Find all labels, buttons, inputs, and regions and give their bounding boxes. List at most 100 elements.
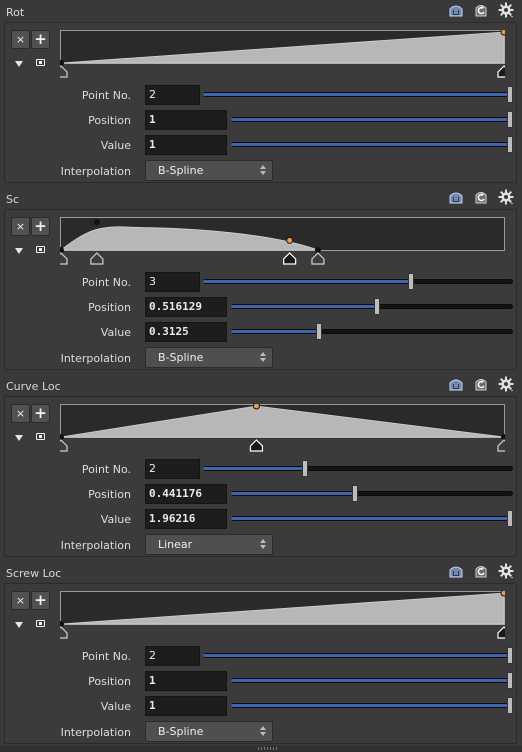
position-slider[interactable] (231, 484, 513, 504)
ramp-point[interactable] (60, 60, 64, 66)
slider-fill (231, 118, 513, 121)
add-point-button[interactable]: + (31, 591, 50, 610)
add-point-button[interactable]: + (31, 404, 50, 423)
point-no-slider[interactable] (203, 85, 513, 105)
slider-knob[interactable] (352, 485, 359, 502)
value-label: Value (100, 513, 131, 526)
remove-point-button[interactable]: × (11, 30, 30, 49)
point-no-label: Point No. (81, 650, 131, 663)
ramp-point-handle[interactable] (497, 439, 505, 452)
ramp-point[interactable] (500, 591, 505, 597)
slider-knob[interactable] (302, 460, 309, 477)
point-no-slider[interactable] (203, 646, 513, 666)
ramp-curve[interactable] (60, 404, 505, 454)
interpolation-dropdown[interactable]: B-Spline (145, 347, 273, 368)
ramp-point[interactable] (314, 247, 321, 253)
ramp-point-handle[interactable] (60, 252, 68, 265)
ramp-point[interactable] (60, 434, 64, 440)
value-slider[interactable] (231, 135, 514, 155)
remove-point-button[interactable]: × (11, 404, 30, 423)
slider-knob[interactable] (506, 86, 513, 103)
position-slider[interactable] (231, 297, 513, 317)
add-point-button[interactable]: + (31, 217, 50, 236)
ramp-curve[interactable] (60, 30, 505, 80)
interpolation-dropdown[interactable]: Linear (145, 534, 273, 555)
collapse-arrow-icon[interactable] (15, 61, 23, 67)
resize-grip[interactable] (258, 747, 278, 750)
ramp-point-handle[interactable] (249, 439, 264, 452)
remove-point-button[interactable]: × (11, 217, 30, 236)
ramp-point-handle[interactable] (60, 626, 68, 639)
ramp-curve[interactable] (60, 217, 505, 267)
gear-icon[interactable] (498, 563, 514, 579)
position-slider[interactable] (231, 671, 514, 691)
reset-icon[interactable] (473, 376, 489, 392)
value-field[interactable]: 0.3125 (145, 322, 227, 342)
loop-icon[interactable] (36, 433, 45, 440)
preset-icon[interactable] (448, 2, 464, 18)
loop-icon[interactable] (36, 59, 45, 66)
interpolation-dropdown[interactable]: B-Spline (145, 160, 273, 181)
collapse-arrow-icon[interactable] (15, 248, 23, 254)
ramp-point[interactable] (252, 404, 260, 410)
ramp-point[interactable] (60, 247, 64, 253)
reset-icon[interactable] (473, 189, 489, 205)
collapse-arrow-icon[interactable] (15, 622, 23, 628)
collapse-arrow-icon[interactable] (15, 435, 23, 441)
slider-knob[interactable] (507, 111, 514, 128)
point-no-field[interactable]: 2 (145, 85, 200, 105)
value-slider[interactable] (231, 509, 514, 529)
slider-knob[interactable] (507, 510, 514, 527)
value-field[interactable]: 1 (145, 696, 227, 716)
value-slider[interactable] (231, 322, 513, 342)
position-slider[interactable] (231, 110, 514, 130)
slider-knob[interactable] (407, 273, 414, 290)
position-field[interactable]: 0.516129 (145, 297, 227, 317)
ramp-point[interactable] (60, 621, 64, 627)
value-field[interactable]: 1.96216 (145, 509, 227, 529)
slider-knob[interactable] (506, 647, 513, 664)
position-field[interactable]: 1 (145, 671, 227, 691)
ramp-point-handle[interactable] (497, 626, 505, 639)
value-field[interactable]: 1 (145, 135, 227, 155)
slider-knob[interactable] (507, 136, 514, 153)
point-no-field[interactable]: 3 (145, 272, 200, 292)
ramp-point[interactable] (93, 219, 100, 226)
reset-icon[interactable] (473, 563, 489, 579)
value-slider[interactable] (231, 696, 514, 716)
loop-icon[interactable] (36, 246, 45, 253)
ramp-point[interactable] (500, 30, 505, 36)
ramp-point-handle[interactable] (60, 65, 68, 78)
interpolation-dropdown[interactable]: B-Spline (145, 721, 273, 742)
ramp-point-handle[interactable] (311, 252, 325, 265)
point-no-slider[interactable] (203, 459, 513, 479)
slider-knob[interactable] (507, 697, 514, 714)
gear-icon[interactable] (498, 2, 514, 18)
ramp-point[interactable] (286, 236, 294, 244)
slider-knob[interactable] (316, 323, 323, 340)
ramp-point-handle[interactable] (60, 439, 68, 452)
slider-knob[interactable] (373, 298, 380, 315)
gear-icon[interactable] (498, 189, 514, 205)
point-no-slider[interactable] (203, 272, 513, 292)
add-point-button[interactable]: + (31, 30, 50, 49)
loop-icon[interactable] (36, 620, 45, 627)
gear-icon[interactable] (498, 376, 514, 392)
preset-icon[interactable] (448, 189, 464, 205)
ramp-point-handle[interactable] (497, 65, 505, 78)
ramp-point[interactable] (501, 434, 506, 440)
point-no-field[interactable]: 2 (145, 646, 200, 666)
reset-icon[interactable] (473, 2, 489, 18)
panel-title: Screw Loc (6, 567, 62, 580)
preset-icon[interactable] (448, 563, 464, 579)
position-field[interactable]: 1 (145, 110, 227, 130)
ramp-curve[interactable] (60, 591, 505, 641)
remove-point-button[interactable]: × (11, 591, 30, 610)
slider-knob[interactable] (507, 672, 514, 689)
ramp-editor-frame: × + Point No. 2 Position 1 Value 1 Inter… (4, 22, 517, 183)
ramp-point-handle[interactable] (283, 252, 297, 265)
ramp-point-handle[interactable] (90, 252, 104, 265)
point-no-field[interactable]: 2 (145, 459, 200, 479)
position-field[interactable]: 0.441176 (145, 484, 227, 504)
preset-icon[interactable] (448, 376, 464, 392)
